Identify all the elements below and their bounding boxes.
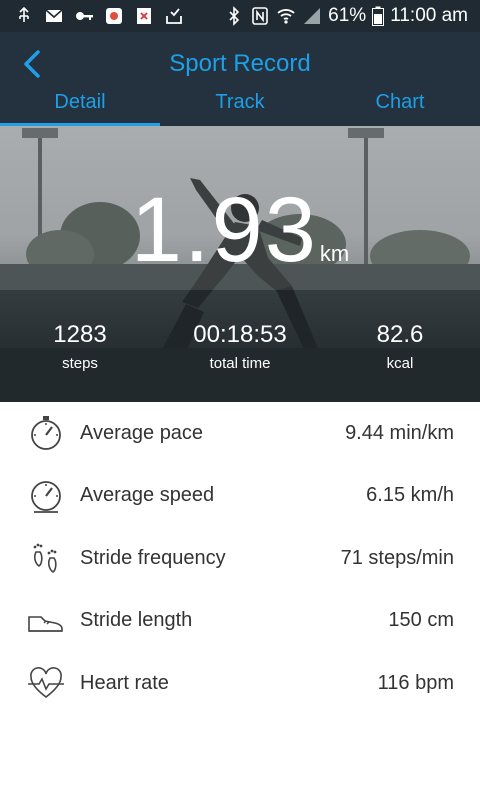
metric-heart-rate-value: 116 bpm	[377, 671, 454, 694]
footprints-icon	[26, 538, 66, 578]
signal-icon	[304, 8, 321, 24]
distance-display: 1.93km	[0, 178, 480, 283]
inbox-icon	[166, 8, 182, 24]
heart-rate-icon	[26, 663, 66, 703]
tab-track[interactable]: Track	[160, 88, 320, 126]
usb-icon	[19, 6, 29, 22]
metric-average-pace-label: Average pace	[80, 421, 204, 444]
notification-icons	[14, 6, 184, 26]
metric-stride-frequency: Stride frequency 71 steps/min	[0, 527, 480, 590]
metric-stride-frequency-value: 71 steps/min	[340, 546, 454, 569]
metric-heart-rate: Heart rate 116 bpm	[0, 652, 480, 715]
metric-average-pace: Average pace 9.44 min/km	[0, 402, 480, 465]
metric-average-speed-value: 6.15 km/h	[366, 484, 454, 507]
battery-percent: 61%	[328, 5, 367, 26]
metric-stride-frequency-label: Stride frequency	[80, 546, 226, 569]
tab-chart[interactable]: Chart	[320, 88, 480, 126]
nfc-icon	[252, 7, 268, 25]
metric-stride-length-value: 150 cm	[388, 609, 454, 632]
tab-track-label: Track	[215, 91, 265, 113]
stat-steps: 1283 steps	[0, 290, 160, 402]
speedometer-icon	[26, 476, 66, 516]
stat-calories: 82.6 kcal	[320, 290, 480, 402]
summary-stats: 1283 steps 00:18:53 total time 82.6 kcal	[0, 290, 480, 402]
metric-heart-rate-label: Heart rate	[80, 671, 169, 694]
app-header: Sport Record Detail Track Chart	[0, 32, 480, 126]
page-title: Sport Record	[169, 50, 311, 77]
stat-steps-value: 1283	[53, 321, 107, 348]
stat-calories-value: 82.6	[376, 321, 424, 348]
distance-unit: km	[319, 241, 350, 266]
shoe-icon	[26, 601, 66, 641]
key-icon	[76, 12, 93, 20]
stat-total-time-label: total time	[209, 355, 271, 372]
stat-total-time: 00:18:53 total time	[160, 290, 320, 402]
tab-detail-label: Detail	[54, 91, 106, 113]
mail-icon	[45, 9, 63, 22]
metric-average-pace-value: 9.44 min/km	[345, 421, 454, 444]
metric-stride-length: Stride length 150 cm	[0, 590, 480, 653]
wifi-icon	[277, 9, 295, 24]
tab-detail[interactable]: Detail	[0, 88, 160, 126]
stat-total-time-value: 00:18:53	[193, 321, 287, 348]
metric-stride-length-label: Stride length	[80, 609, 193, 632]
app-icon	[106, 8, 122, 24]
battery-icon	[372, 6, 385, 26]
system-status: 61% 11:00 am	[224, 4, 468, 28]
hero-banner: 1.93km 1283 steps 00:18:53 total time 82…	[0, 126, 480, 402]
tab-bar: Detail Track Chart	[0, 88, 480, 126]
metric-average-speed: Average speed 6.15 km/h	[0, 465, 480, 528]
bluetooth-icon	[229, 6, 240, 26]
stat-calories-label: kcal	[386, 355, 414, 372]
close-box-icon	[137, 8, 151, 24]
stopwatch-icon	[26, 413, 66, 453]
status-bar: 61% 11:00 am	[0, 0, 480, 32]
tab-chart-label: Chart	[375, 91, 425, 113]
metrics-list: Average pace 9.44 min/km Average speed 6…	[0, 402, 480, 715]
distance-value: 1.93	[130, 179, 318, 281]
metric-average-speed-label: Average speed	[80, 484, 215, 507]
clock: 11:00 am	[390, 5, 468, 26]
stat-steps-label: steps	[62, 355, 98, 372]
